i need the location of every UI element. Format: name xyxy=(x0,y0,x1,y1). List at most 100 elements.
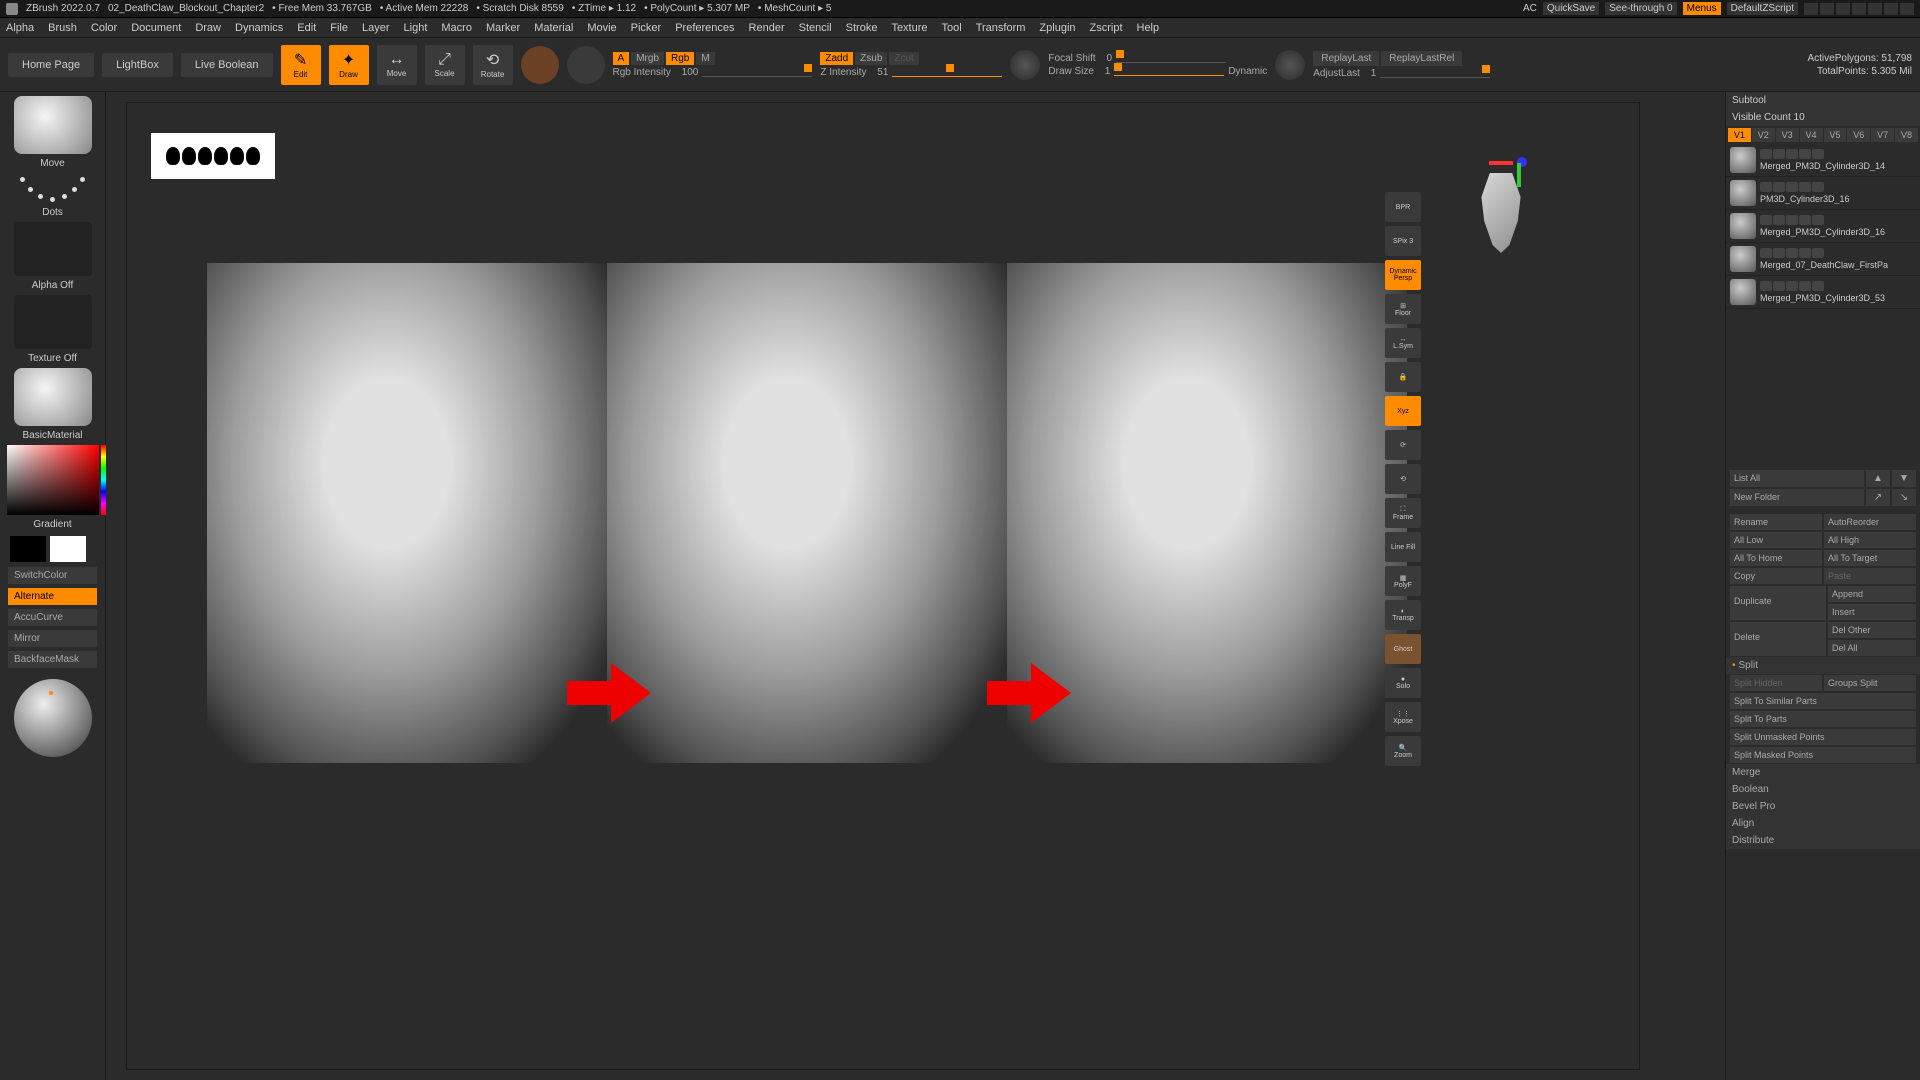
menu-marker[interactable]: Marker xyxy=(486,22,520,34)
primary-color-swatch[interactable] xyxy=(50,536,86,562)
mirror-button[interactable]: Mirror xyxy=(8,630,97,647)
version-tab-v2[interactable]: V2 xyxy=(1752,128,1775,142)
del-other-button[interactable]: Del Other xyxy=(1828,622,1916,638)
version-tab-v7[interactable]: V7 xyxy=(1871,128,1894,142)
mrgb-button[interactable]: Mrgb xyxy=(631,52,664,65)
sub-mode-toggle-icon[interactable] xyxy=(1799,215,1811,225)
visibility-toggle-icon[interactable] xyxy=(1760,182,1772,192)
polypaint-toggle-icon[interactable] xyxy=(1773,281,1785,291)
secondary-color-swatch[interactable] xyxy=(10,536,46,562)
m-button[interactable]: M xyxy=(696,52,714,65)
edit-mode-button[interactable]: ✎Edit xyxy=(281,45,321,85)
zoom-button[interactable]: 🔍Zoom xyxy=(1385,736,1421,766)
subtool-row[interactable]: PM3D_Cylinder3D_16 xyxy=(1726,177,1920,210)
adjust-last-slider[interactable]: AdjustLast 1 xyxy=(1313,68,1490,79)
dock-split-icon[interactable] xyxy=(1836,3,1850,15)
home-page-button[interactable]: Home Page xyxy=(8,53,94,77)
menu-alpha[interactable]: Alpha xyxy=(6,22,34,34)
gyro-manipulator-icon[interactable] xyxy=(521,46,559,84)
menus-button[interactable]: Menus xyxy=(1683,2,1721,15)
eye-toggle-icon[interactable] xyxy=(1812,215,1824,225)
split-section[interactable]: Split xyxy=(1726,657,1920,674)
maximize-icon[interactable] xyxy=(1884,3,1898,15)
version-tab-v8[interactable]: V8 xyxy=(1895,128,1918,142)
close-icon[interactable] xyxy=(1900,3,1914,15)
rgb-intensity-slider[interactable]: Rgb Intensity 100 xyxy=(613,67,813,78)
autoreorder-button[interactable]: AutoReorder xyxy=(1824,514,1916,530)
texture-thumbnail[interactable] xyxy=(14,295,92,349)
solo-button[interactable]: ●Solo xyxy=(1385,668,1421,698)
menu-movie[interactable]: Movie xyxy=(587,22,616,34)
polypaint-toggle-icon[interactable] xyxy=(1773,149,1785,159)
menu-light[interactable]: Light xyxy=(404,22,428,34)
light-handle-icon[interactable] xyxy=(49,691,53,695)
copy-button[interactable]: Copy xyxy=(1730,568,1822,584)
quicksave-button[interactable]: QuickSave xyxy=(1543,2,1599,15)
focal-shift-slider[interactable]: Focal Shift 0 xyxy=(1048,53,1267,64)
move-up-button[interactable]: ▲ xyxy=(1866,470,1890,487)
backface-mask-button[interactable]: BackfaceMask xyxy=(8,651,97,668)
version-tab-v1[interactable]: V1 xyxy=(1728,128,1751,142)
replay-last-rel-button[interactable]: ReplayLastRel xyxy=(1381,51,1462,66)
sub-mode-toggle-icon[interactable] xyxy=(1799,149,1811,159)
menu-stroke[interactable]: Stroke xyxy=(846,22,878,34)
draw-size-slider[interactable]: Draw Size 1Dynamic xyxy=(1048,66,1267,77)
boolean-section[interactable]: Boolean xyxy=(1726,781,1920,798)
menu-transform[interactable]: Transform xyxy=(976,22,1026,34)
ghost-button[interactable]: Ghost xyxy=(1385,634,1421,664)
live-boolean-button[interactable]: Live Boolean xyxy=(181,53,273,77)
menu-layer[interactable]: Layer xyxy=(362,22,390,34)
brush-thumbnail[interactable] xyxy=(14,96,92,154)
align-section[interactable]: Align xyxy=(1726,815,1920,832)
groups-split-button[interactable]: Groups Split xyxy=(1824,675,1916,691)
folder-up-button[interactable]: ↗ xyxy=(1866,489,1890,506)
move-mode-button[interactable]: ↔Move xyxy=(377,45,417,85)
xpose-button[interactable]: ⋮⋮Xpose xyxy=(1385,702,1421,732)
zsub-button[interactable]: Zsub xyxy=(855,52,887,65)
visibility-toggle-icon[interactable] xyxy=(1760,281,1772,291)
zcut-button[interactable]: Zcut xyxy=(889,52,918,65)
menu-texture[interactable]: Texture xyxy=(891,22,927,34)
alternate-button[interactable]: Alternate xyxy=(8,588,97,605)
a-mode-button[interactable]: A xyxy=(613,52,630,65)
add-mode-toggle-icon[interactable] xyxy=(1786,182,1798,192)
split-similar-button[interactable]: Split To Similar Parts xyxy=(1730,693,1916,709)
folder-down-button[interactable]: ↘ xyxy=(1892,489,1916,506)
distribute-section[interactable]: Distribute xyxy=(1726,832,1920,849)
subtool-row[interactable]: Merged_PM3D_Cylinder3D_14 xyxy=(1726,144,1920,177)
transp-button[interactable]: ◐Transp xyxy=(1385,600,1421,630)
all-high-button[interactable]: All High xyxy=(1824,532,1916,548)
all-to-target-button[interactable]: All To Target xyxy=(1824,550,1916,566)
sub-mode-toggle-icon[interactable] xyxy=(1799,281,1811,291)
menu-zplugin[interactable]: Zplugin xyxy=(1039,22,1075,34)
menu-tool[interactable]: Tool xyxy=(942,22,962,34)
menu-color[interactable]: Color xyxy=(91,22,117,34)
switch-color-button[interactable]: SwitchColor xyxy=(8,567,97,584)
light-sphere[interactable] xyxy=(14,679,92,757)
polypaint-toggle-icon[interactable] xyxy=(1773,248,1785,258)
menu-brush[interactable]: Brush xyxy=(48,22,77,34)
visibility-toggle-icon[interactable] xyxy=(1760,248,1772,258)
all-to-home-button[interactable]: All To Home xyxy=(1730,550,1822,566)
version-tab-v3[interactable]: V3 xyxy=(1776,128,1799,142)
z-intensity-slider[interactable]: Z Intensity 51 xyxy=(820,67,1002,78)
frame-button[interactable]: ⛶Frame xyxy=(1385,498,1421,528)
menu-preferences[interactable]: Preferences xyxy=(675,22,734,34)
bpr-button[interactable]: BPR xyxy=(1385,192,1421,222)
new-folder-button[interactable]: New Folder xyxy=(1730,489,1864,506)
delete-button[interactable]: Delete xyxy=(1730,622,1826,656)
default-zscript[interactable]: DefaultZScript xyxy=(1727,2,1798,15)
split-hidden-button[interactable]: Split Hidden xyxy=(1730,675,1822,691)
menu-dynamics[interactable]: Dynamics xyxy=(235,22,283,34)
add-mode-toggle-icon[interactable] xyxy=(1786,281,1798,291)
del-all-button[interactable]: Del All xyxy=(1828,640,1916,656)
d-curve-icon[interactable] xyxy=(1275,50,1305,80)
rotate-mode-button[interactable]: ⟲Rotate xyxy=(473,45,513,85)
paste-button[interactable]: Paste xyxy=(1824,568,1916,584)
menu-material[interactable]: Material xyxy=(534,22,573,34)
spix-button[interactable]: SPix 3 xyxy=(1385,226,1421,256)
polypaint-toggle-icon[interactable] xyxy=(1773,182,1785,192)
menu-document[interactable]: Document xyxy=(131,22,181,34)
add-mode-toggle-icon[interactable] xyxy=(1786,149,1798,159)
merge-section[interactable]: Merge xyxy=(1726,764,1920,781)
